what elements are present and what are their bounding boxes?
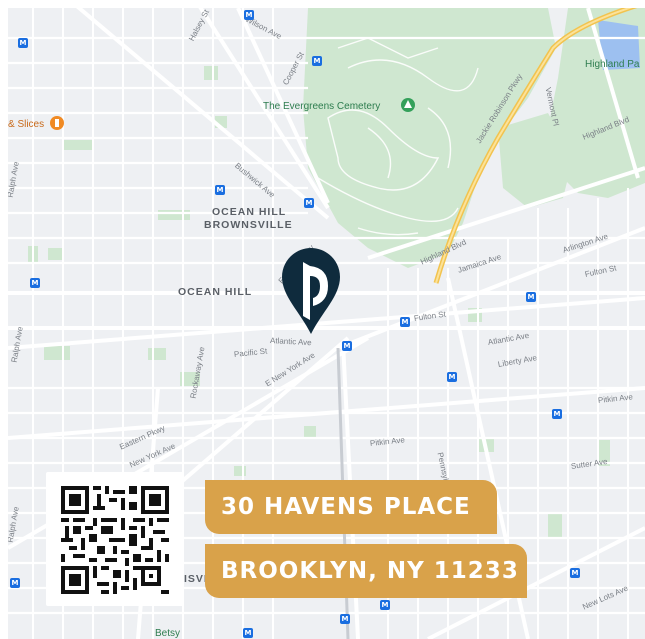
qr-code-icon[interactable]	[61, 486, 169, 594]
subway-icon[interactable]: M	[18, 38, 28, 48]
subway-icon[interactable]: M	[10, 578, 20, 588]
subway-icon[interactable]: M	[340, 614, 350, 624]
poi-label-slices[interactable]: & Slices	[8, 119, 44, 130]
subway-icon[interactable]: M	[447, 372, 457, 382]
subway-icon[interactable]: M	[380, 600, 390, 610]
subway-icon[interactable]: M	[215, 185, 225, 195]
poi-label-highland-park[interactable]: Highland Pa	[585, 59, 639, 70]
poi-label-betsy[interactable]: Betsy	[155, 628, 180, 639]
subway-icon[interactable]: M	[244, 10, 254, 20]
subway-icon[interactable]: M	[342, 341, 352, 351]
location-pin-logo-icon[interactable]	[280, 246, 342, 336]
neighborhood-label: OCEAN HILL	[212, 206, 287, 218]
subway-icon[interactable]: M	[304, 198, 314, 208]
subway-icon[interactable]: M	[526, 292, 536, 302]
flyer: OCEAN HILL BROWNSVILLE OCEAN HILL The Ev…	[0, 0, 645, 639]
neighborhood-label: BROWNSVILLE	[204, 219, 293, 231]
qr-code-card[interactable]	[46, 472, 184, 606]
subway-icon[interactable]: M	[243, 628, 253, 638]
address-line1-banner: 30 HAVENS PLACE	[205, 480, 497, 534]
subway-icon[interactable]: M	[552, 409, 562, 419]
subway-icon[interactable]: M	[30, 278, 40, 288]
subway-icon[interactable]: M	[570, 568, 580, 578]
subway-icon[interactable]: M	[400, 317, 410, 327]
neighborhood-label: OCEAN HILL	[178, 286, 253, 298]
address-line2-banner: BROOKLYN, NY 11233	[205, 544, 527, 598]
poi-label-cemetery[interactable]: The Evergreens Cemetery	[263, 101, 380, 112]
subway-icon[interactable]: M	[312, 56, 322, 66]
